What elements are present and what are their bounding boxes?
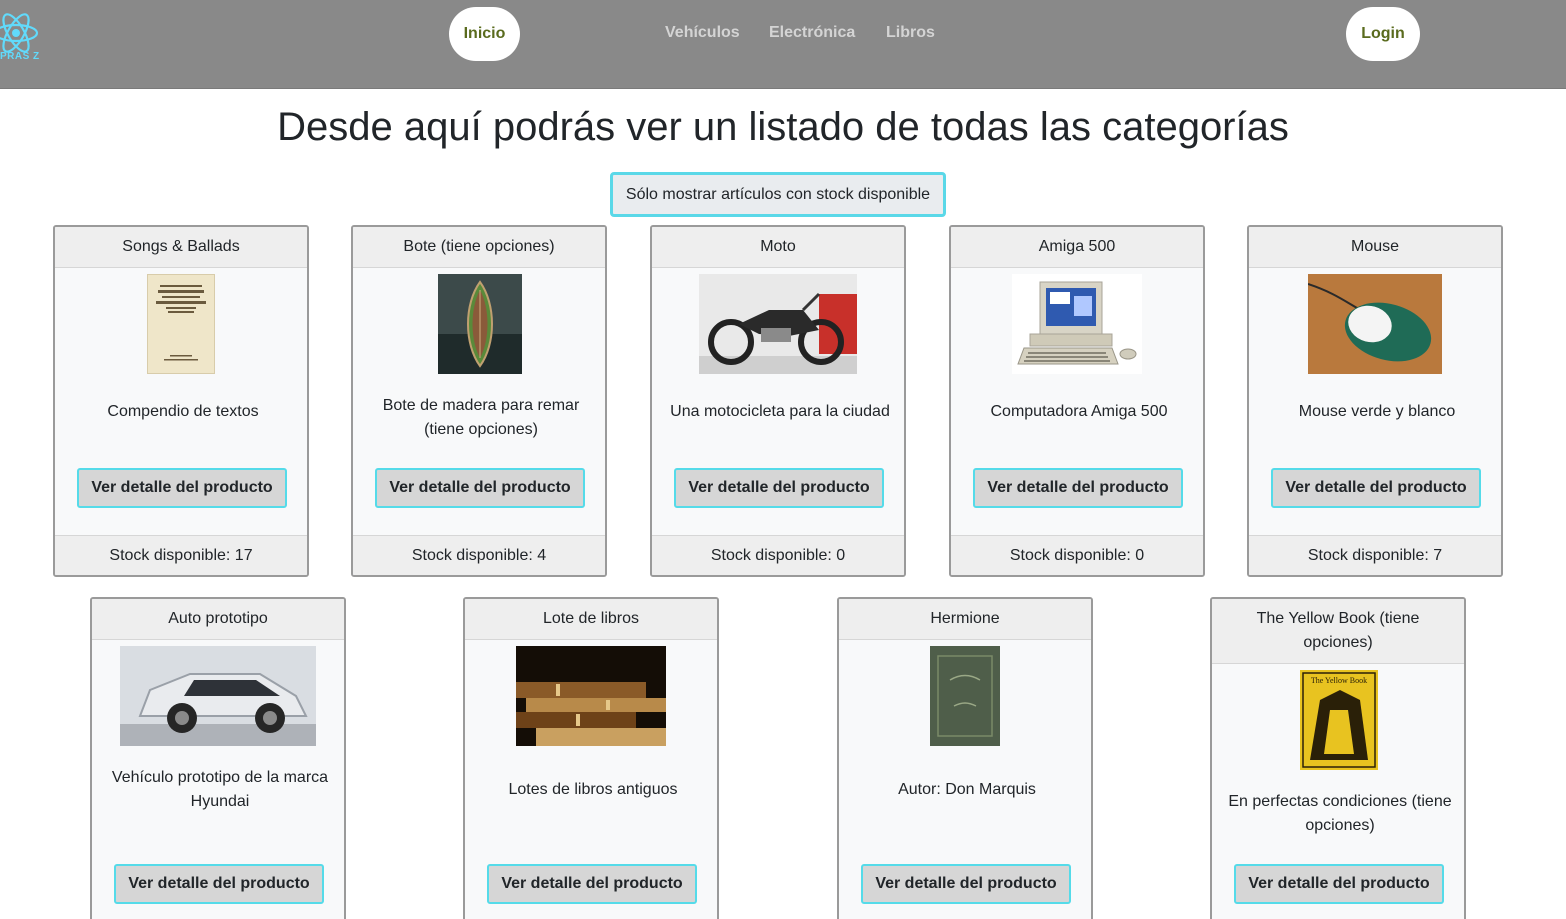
nav-link-libros[interactable]: Libros [886,24,935,42]
product-detail-button[interactable]: Ver detalle del producto [1271,468,1481,508]
card-description: Vehículo prototipo de la marca Hyundai [111,769,329,810]
stock-label: Stock disponible: 17 [55,535,307,575]
product-card: Songs & Ballads Compendio de textos Ver … [53,225,309,577]
login-button[interactable]: Login [1346,7,1420,61]
stock-label: Stock disponible: 0 [951,535,1203,575]
books-stack-image[interactable] [516,646,666,746]
card-title: The Yellow Book (tiene opciones) [1212,599,1464,664]
product-detail-button[interactable]: Ver detalle del producto [973,468,1183,508]
card-description: Mouse verde y blanco [1298,403,1456,420]
product-detail-button[interactable]: Ver detalle del producto [674,468,884,508]
product-detail-button[interactable]: Ver detalle del producto [487,864,697,904]
card-description: Compendio de textos [107,403,259,420]
nav-link-electronica[interactable]: Electrónica [769,24,855,42]
product-card: Moto Una motocicleta para la ciudad Ver … [650,225,906,577]
card-title: Amiga 500 [951,227,1203,268]
card-title: Bote (tiene opciones) [353,227,605,268]
product-card: Mouse Mouse verde y blanco Ver detalle d… [1247,225,1503,577]
stock-label: Stock disponible: 4 [353,535,605,575]
card-description: Computadora Amiga 500 [990,403,1168,420]
card-title: Songs & Ballads [55,227,307,268]
card-description: Autor: Don Marquis [898,781,1036,798]
page-title: Desde aquí podrás ver un listado de toda… [277,105,1289,149]
cover-title-text: The Yellow Book [1311,676,1367,685]
motorcycle-image[interactable] [699,274,857,374]
product-card: Lote de libros Lotes de libros antiguos … [463,597,719,919]
card-title: Moto [652,227,904,268]
navbar: PRAS Z Inicio Vehículos Electrónica Libr… [0,0,1566,89]
yellow-book-image[interactable]: The Yellow Book [1300,670,1378,770]
stock-label: Stock disponible: 0 [652,535,904,575]
car-image[interactable] [120,646,316,746]
nav-home-button[interactable]: Inicio [449,7,520,61]
product-detail-button[interactable]: Ver detalle del producto [375,468,585,508]
card-title: Lote de libros [465,599,717,640]
card-description: En perfectas condiciones (tiene opciones… [1228,793,1452,834]
mouse-image[interactable] [1308,274,1442,374]
card-description: Una motocicleta para la ciudad [670,403,890,420]
stock-label: Stock disponible: 7 [1249,535,1501,575]
card-title: Mouse [1249,227,1501,268]
computer-image[interactable] [1012,274,1142,374]
product-detail-button[interactable]: Ver detalle del producto [77,468,287,508]
card-description: Lotes de libros antiguos [508,781,678,798]
product-detail-button[interactable]: Ver detalle del producto [861,864,1071,904]
product-card: Hermione Autor: Don Marquis Ver detalle … [837,597,1093,919]
stock-filter-button[interactable]: Sólo mostrar artículos con stock disponi… [610,172,946,217]
product-card: The Yellow Book (tiene opciones) The Yel… [1210,597,1466,919]
card-description: Bote de madera para remar (tiene opcione… [382,397,580,438]
card-title: Auto prototipo [92,599,344,640]
product-detail-button[interactable]: Ver detalle del producto [1234,864,1444,904]
product-card: Auto prototipo Vehículo prototipo de la … [90,597,346,919]
boat-image[interactable] [438,274,522,374]
logo-text: PRAS Z [0,51,40,62]
product-card: Bote (tiene opciones) Bote de madera par… [351,225,607,577]
book-cover-image[interactable] [147,274,215,374]
product-card: Amiga 500 Computadora Amiga 500 Ver deta… [949,225,1205,577]
card-title: Hermione [839,599,1091,640]
nav-link-vehiculos[interactable]: Vehículos [665,24,740,42]
green-book-image[interactable] [930,646,1000,746]
product-detail-button[interactable]: Ver detalle del producto [114,864,324,904]
